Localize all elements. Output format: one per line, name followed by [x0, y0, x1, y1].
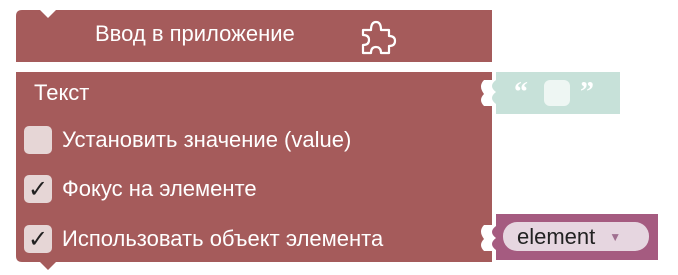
- puzzle-icon[interactable]: [357, 18, 399, 56]
- use-element-checkbox[interactable]: ✓: [24, 225, 52, 253]
- variable-name: element: [517, 223, 596, 249]
- checkmark-icon: ✓: [27, 225, 49, 253]
- use-element-label: Использовать объект элемента: [62, 226, 384, 251]
- text-field-label: Текст: [34, 80, 90, 105]
- text-value-field[interactable]: [544, 80, 570, 106]
- dropdown-arrow-icon: ▼: [609, 229, 622, 244]
- variable-dropdown[interactable]: element ▼: [503, 222, 649, 251]
- set-value-label: Установить значение (value): [62, 127, 352, 152]
- focus-label: Фокус на элементе: [62, 176, 257, 201]
- set-value-checkbox[interactable]: [24, 126, 52, 154]
- quote-open-icon: “: [514, 77, 528, 108]
- quote-close-icon: ”: [580, 77, 594, 108]
- checkmark-icon: ✓: [27, 175, 49, 203]
- focus-checkbox[interactable]: ✓: [24, 175, 52, 203]
- block-title: Ввод в приложение: [95, 21, 295, 46]
